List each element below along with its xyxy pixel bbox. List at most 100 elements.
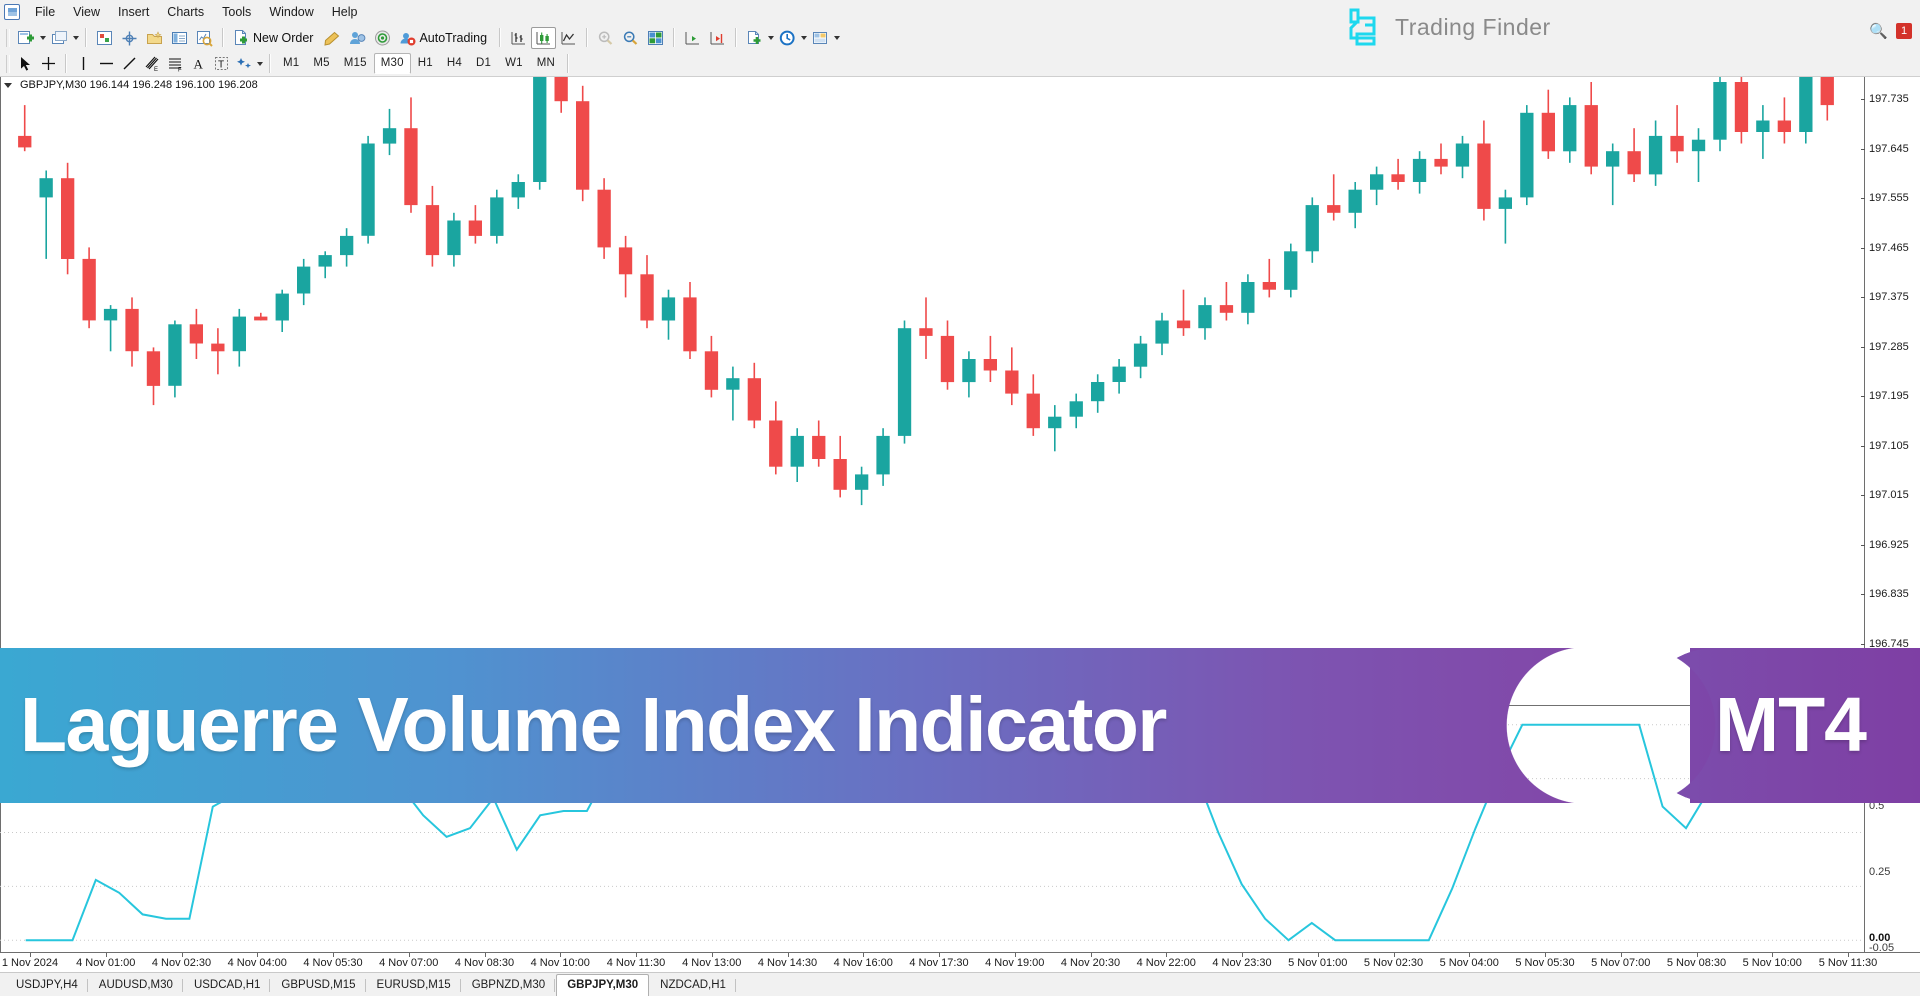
bar-chart-button[interactable] xyxy=(506,27,531,49)
price-tick-mark xyxy=(1861,148,1865,150)
time-tick-label: 5 Nov 01:00 xyxy=(1288,957,1348,969)
strategy-tester-button[interactable] xyxy=(192,27,217,49)
autotrading-button[interactable]: AutoTrading xyxy=(395,27,494,49)
price-axis[interactable]: 197.735 197.645 197.555 197.465 197.375 197.2… xyxy=(1861,77,1920,959)
period-m30[interactable]: M30 xyxy=(373,53,411,74)
profiles-dropdown-icon[interactable] xyxy=(72,27,80,49)
candlestick-plot[interactable] xyxy=(0,77,1864,705)
symbol-tab[interactable]: NZDCAD,H1 xyxy=(650,975,736,996)
time-tick-label: 4 Nov 11:30 xyxy=(606,957,666,969)
symbol-tab[interactable]: GBPUSD,M15 xyxy=(271,975,366,996)
price-tick-mark xyxy=(1861,346,1865,348)
signals-button[interactable] xyxy=(370,27,395,49)
menu-item-tools[interactable]: Tools xyxy=(213,3,260,21)
metaeditor-button[interactable] xyxy=(320,27,345,49)
chart-area[interactable]: GBPJPY,M30 196.144 196.248 196.100 196.2… xyxy=(0,77,1920,974)
period-h1[interactable]: H1 xyxy=(411,53,440,74)
profiles-button[interactable] xyxy=(47,27,72,49)
vertical-line-button[interactable] xyxy=(72,53,95,75)
line-chart-button[interactable] xyxy=(556,27,581,49)
toolbar-grip[interactable] xyxy=(5,28,11,48)
period-m15[interactable]: M15 xyxy=(337,53,374,74)
period-mn[interactable]: MN xyxy=(530,53,562,74)
menu-item-view[interactable]: View xyxy=(64,3,109,21)
price-tick-label: 197.195 xyxy=(1869,390,1909,402)
navigator-button[interactable] xyxy=(142,27,167,49)
symbol-tab[interactable]: EURUSD,M15 xyxy=(367,975,461,996)
toolbar-separator xyxy=(269,54,271,73)
symbol-tab[interactable]: USDJPY,H4 xyxy=(6,975,88,996)
periods-dropdown-icon[interactable] xyxy=(800,27,808,49)
expert-advisors-button[interactable] xyxy=(345,27,370,49)
menu-item-file[interactable]: File xyxy=(26,3,64,21)
period-m5[interactable]: M5 xyxy=(306,53,336,74)
trendline-button[interactable] xyxy=(118,53,141,75)
time-tick-mark xyxy=(1166,953,1168,957)
period-m1[interactable]: M1 xyxy=(276,53,306,74)
price-tick-mark xyxy=(1861,198,1865,199)
time-tick-mark xyxy=(484,953,486,957)
zoom-out-button[interactable] xyxy=(618,27,643,49)
time-tick-label: 5 Nov 11:30 xyxy=(1818,957,1878,969)
period-d1[interactable]: D1 xyxy=(469,53,498,74)
chart-collapse-icon[interactable] xyxy=(4,82,12,88)
crosshair-button[interactable] xyxy=(37,53,60,75)
notification-badge[interactable]: 1 xyxy=(1896,23,1912,39)
indicators-dropdown-icon[interactable] xyxy=(767,27,775,49)
equidistant-channel-button[interactable]: E xyxy=(141,53,164,75)
time-tick-label: 4 Nov 19:00 xyxy=(985,957,1045,969)
period-h4[interactable]: H4 xyxy=(440,53,469,74)
time-tick-label: 4 Nov 07:00 xyxy=(379,957,439,969)
toolbar-grip[interactable] xyxy=(5,54,11,74)
symbol-tab[interactable]: GBPNZD,M30 xyxy=(462,975,556,996)
time-tick-label: 4 Nov 01:00 xyxy=(76,957,136,969)
indicators-button[interactable] xyxy=(742,27,767,49)
cursor-button[interactable] xyxy=(14,53,37,75)
chart-shift-button[interactable] xyxy=(680,27,705,49)
new-chart-dropdown-icon[interactable] xyxy=(39,27,47,49)
auto-scroll-button[interactable] xyxy=(705,27,730,49)
terminal-button[interactable] xyxy=(167,27,192,49)
toolbar-separator xyxy=(673,28,676,47)
price-tick-label: 196.925 xyxy=(1869,538,1909,551)
svg-text:T: T xyxy=(218,60,224,71)
symbol-tab[interactable]: GBPJPY,M30 xyxy=(556,974,650,996)
time-tick-mark xyxy=(333,953,334,957)
menu-item-insert[interactable]: Insert xyxy=(109,3,158,21)
time-tick-mark xyxy=(408,953,410,957)
text-button[interactable]: A xyxy=(187,53,210,75)
templates-button[interactable] xyxy=(808,27,833,49)
magnifier-icon[interactable]: 🔍 xyxy=(1869,22,1888,40)
data-window-button[interactable] xyxy=(117,27,142,49)
chart-grid-button[interactable] xyxy=(643,27,668,49)
time-tick-label: 4 Nov 20:30 xyxy=(1060,957,1121,969)
candlestick-chart-button[interactable] xyxy=(531,26,557,49)
price-tick-label: 197.555 xyxy=(1869,192,1909,204)
periods-button[interactable] xyxy=(775,27,800,49)
zoom-in-button[interactable] xyxy=(593,27,618,49)
time-axis[interactable]: 1 Nov 2024 4 Nov 01:00 4 Nov 02:30 4 Nov 04… xyxy=(0,952,1920,974)
time-tick-mark xyxy=(1469,953,1471,957)
time-tick-label: 4 Nov 08:30 xyxy=(454,957,515,969)
templates-dropdown-icon[interactable] xyxy=(833,27,841,49)
menu-item-window[interactable]: Window xyxy=(260,3,322,21)
period-w1[interactable]: W1 xyxy=(498,53,530,74)
shapes-dropdown-icon[interactable] xyxy=(256,53,264,75)
menu-item-charts[interactable]: Charts xyxy=(158,3,213,21)
symbol-tab[interactable]: USDCAD,H1 xyxy=(184,975,271,996)
symbol-tab[interactable]: AUDUSD,M30 xyxy=(89,975,184,996)
fibonacci-retracement-button[interactable]: F xyxy=(164,53,187,75)
symbol-tab-bar[interactable]: USDJPY,H4 AUDUSD,M30 USDCAD,H1 GBPUSD,M15 EU… xyxy=(0,972,1920,996)
autotrading-label: AutoTrading xyxy=(419,30,488,45)
indicator-subwindow[interactable]: Laguerre Volume MT4 - TFLab 0.0000 xyxy=(0,706,1864,959)
shapes-button[interactable] xyxy=(233,53,256,75)
text-label-button[interactable]: T xyxy=(210,53,233,75)
market-watch-button[interactable] xyxy=(92,27,117,49)
new-chart-button[interactable] xyxy=(14,27,39,49)
new-order-button[interactable]: New Order xyxy=(229,27,320,49)
tray-area: 🔍 1 xyxy=(1869,22,1912,40)
brand-name: Trading Finder xyxy=(1395,13,1551,40)
horizontal-line-button[interactable] xyxy=(95,53,118,75)
menu-item-help[interactable]: Help xyxy=(323,3,367,21)
price-tick-label: 196.835 xyxy=(1869,588,1909,600)
